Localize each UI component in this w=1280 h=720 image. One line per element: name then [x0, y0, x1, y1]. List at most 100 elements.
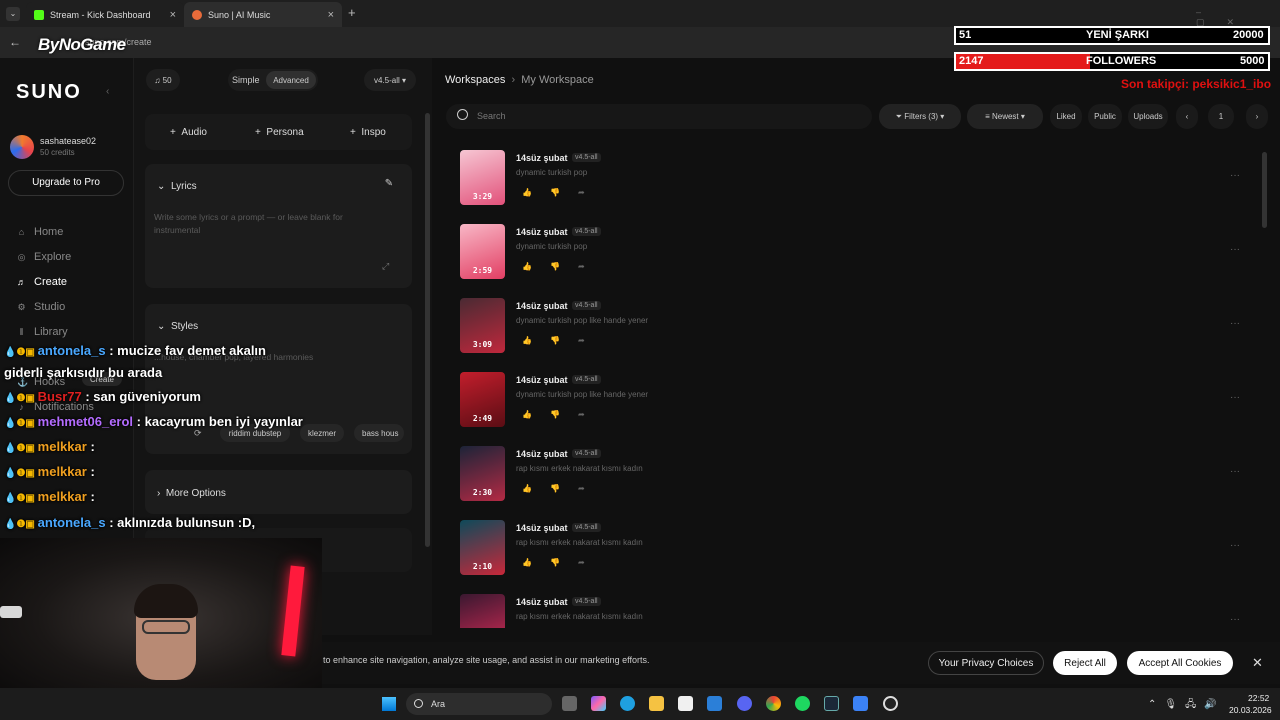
- collapse-sidebar-icon[interactable]: ‹: [106, 86, 109, 97]
- more-options-icon[interactable]: ···: [1230, 466, 1240, 477]
- suno-logo[interactable]: SUNO: [16, 81, 82, 104]
- more-options-icon[interactable]: ···: [1230, 392, 1240, 403]
- model-select[interactable]: v4.5-all ▾: [364, 69, 416, 91]
- obs-icon[interactable]: [883, 696, 898, 711]
- mode-advanced-button[interactable]: Advanced: [266, 71, 316, 89]
- more-options-toggle[interactable]: › More Options: [157, 488, 226, 499]
- more-options-icon[interactable]: ···: [1230, 244, 1240, 255]
- thumbs-down-icon[interactable]: 👎: [550, 262, 560, 271]
- song-row[interactable]: 2:59 14süz şubat v4.5-all dynamic turkish p…: [460, 224, 1240, 294]
- store-icon[interactable]: [678, 696, 693, 711]
- create-panel-scrollbar[interactable]: [425, 113, 430, 547]
- sidebar-item-library[interactable]: ⫴ Library: [17, 326, 68, 338]
- add-persona-button[interactable]: + Persona: [255, 127, 304, 138]
- share-icon[interactable]: ➦: [578, 484, 585, 493]
- lyrics-toggle[interactable]: ⌄ Lyrics: [157, 181, 197, 192]
- taskbar-search[interactable]: [406, 693, 552, 715]
- song-cover[interactable]: 3:09: [460, 298, 505, 353]
- share-icon[interactable]: ➦: [578, 410, 585, 419]
- style-tag[interactable]: klezmer: [300, 424, 344, 442]
- thumbs-down-icon[interactable]: 👎: [550, 410, 560, 419]
- styles-toggle[interactable]: ⌄ Styles: [157, 321, 198, 332]
- refresh-icon[interactable]: ⟳: [194, 428, 202, 439]
- thumbs-up-icon[interactable]: 👍: [522, 262, 532, 271]
- song-title[interactable]: 14süz şubat: [516, 227, 568, 237]
- song-cover[interactable]: 2:10: [460, 520, 505, 575]
- sort-button[interactable]: ≡ Newest ▾: [967, 104, 1043, 129]
- more-options-icon[interactable]: ···: [1230, 318, 1240, 329]
- thumbs-up-icon[interactable]: 👍: [522, 188, 532, 197]
- thumbs-down-icon[interactable]: 👎: [550, 558, 560, 567]
- reject-all-button[interactable]: Reject All: [1053, 651, 1117, 675]
- search-input[interactable]: Search: [477, 111, 506, 121]
- song-title[interactable]: 14süz şubat: [516, 375, 568, 385]
- file-explorer-icon[interactable]: [649, 696, 664, 711]
- song-row[interactable]: 2:49 14süz şubat v4.5-all dynamic turkish p…: [460, 372, 1240, 442]
- close-icon[interactable]: ×: [170, 9, 176, 21]
- sidebar-item-create[interactable]: ♬ Create: [17, 276, 67, 288]
- song-cover[interactable]: [460, 594, 505, 628]
- public-button[interactable]: Public: [1088, 104, 1122, 129]
- thumbs-up-icon[interactable]: 👍: [522, 558, 532, 567]
- chrome-icon[interactable]: [766, 696, 781, 711]
- search-box[interactable]: [446, 104, 872, 129]
- song-cover[interactable]: 2:30: [460, 446, 505, 501]
- thumbs-up-icon[interactable]: 👍: [522, 484, 532, 493]
- more-options-icon[interactable]: ···: [1230, 170, 1240, 181]
- tab-suno[interactable]: Suno | AI Music ×: [184, 2, 342, 27]
- song-title[interactable]: 14süz şubat: [516, 301, 568, 311]
- thumbs-down-icon[interactable]: 👎: [550, 336, 560, 345]
- share-icon[interactable]: ➦: [578, 558, 585, 567]
- credit-counter[interactable]: ♫ 50: [146, 69, 180, 91]
- share-icon[interactable]: ➦: [578, 188, 585, 197]
- share-icon[interactable]: ➦: [578, 262, 585, 271]
- more-options-icon[interactable]: ···: [1230, 614, 1240, 625]
- more-options-icon[interactable]: ···: [1230, 540, 1240, 551]
- sidebar-item-studio[interactable]: ⚙ Studio: [17, 301, 65, 313]
- start-icon[interactable]: [381, 696, 397, 712]
- song-title[interactable]: 14süz şubat: [516, 597, 568, 607]
- close-icon[interactable]: ✕: [1252, 655, 1263, 671]
- copilot-icon[interactable]: [591, 696, 606, 711]
- song-row[interactable]: 3:29 14süz şubat v4.5-all dynamic turkish p…: [460, 150, 1240, 220]
- task-view-icon[interactable]: [562, 696, 577, 711]
- filters-button[interactable]: ⏷ Filters (3) ▾: [879, 104, 961, 129]
- upgrade-button[interactable]: Upgrade to Pro: [8, 170, 124, 196]
- thumbs-up-icon[interactable]: 👍: [522, 410, 532, 419]
- add-inspo-button[interactable]: + Inspo: [350, 127, 386, 138]
- mode-simple-button[interactable]: Simple: [232, 75, 260, 85]
- steam-icon[interactable]: [824, 696, 839, 711]
- discord-icon[interactable]: [737, 696, 752, 711]
- workspace-scrollbar[interactable]: [1262, 152, 1267, 228]
- thumbs-down-icon[interactable]: 👎: [550, 484, 560, 493]
- song-row[interactable]: 14süz şubat v4.5-all rap kısmı erkek nakar…: [460, 594, 1240, 628]
- add-audio-button[interactable]: + Audio: [170, 127, 207, 138]
- next-page-icon[interactable]: ›: [1246, 104, 1268, 129]
- style-tag[interactable]: bass hous: [354, 424, 404, 442]
- song-row[interactable]: 2:10 14süz şubat v4.5-all rap kısmı erkek n…: [460, 520, 1240, 590]
- share-icon[interactable]: ➦: [578, 336, 585, 345]
- edge-icon[interactable]: [620, 696, 635, 711]
- spotify-icon[interactable]: [795, 696, 810, 711]
- thumbs-down-icon[interactable]: 👎: [550, 188, 560, 197]
- prev-page-icon[interactable]: ‹: [1176, 104, 1198, 129]
- song-title[interactable]: 14süz şubat: [516, 523, 568, 533]
- lyrics-input[interactable]: Write some lyrics or a prompt — or leave…: [154, 211, 374, 237]
- accept-all-button[interactable]: Accept All Cookies: [1127, 651, 1233, 675]
- song-cover[interactable]: 2:49: [460, 372, 505, 427]
- tab-kick-dashboard[interactable]: Stream - Kick Dashboard ×: [26, 2, 184, 27]
- back-icon[interactable]: ←: [9, 35, 21, 49]
- privacy-choices-button[interactable]: Your Privacy Choices: [928, 651, 1044, 675]
- sidebar-item-explore[interactable]: ◎ Explore: [17, 251, 72, 263]
- page-number[interactable]: 1: [1208, 104, 1234, 129]
- avatar[interactable]: [10, 135, 34, 159]
- sidebar-item-home[interactable]: ⌂ Home: [17, 226, 64, 238]
- song-cover[interactable]: 3:29: [460, 150, 505, 205]
- uploads-button[interactable]: Uploads: [1128, 104, 1168, 129]
- system-tray-icons[interactable]: ⌃🎙🖧🔊: [1148, 697, 1225, 714]
- breadcrumb-workspaces[interactable]: Workspaces: [445, 74, 505, 86]
- song-cover[interactable]: 2:59: [460, 224, 505, 279]
- expand-icon[interactable]: ⤢: [382, 261, 389, 272]
- network-app-icon[interactable]: [853, 696, 868, 711]
- song-title[interactable]: 14süz şubat: [516, 449, 568, 459]
